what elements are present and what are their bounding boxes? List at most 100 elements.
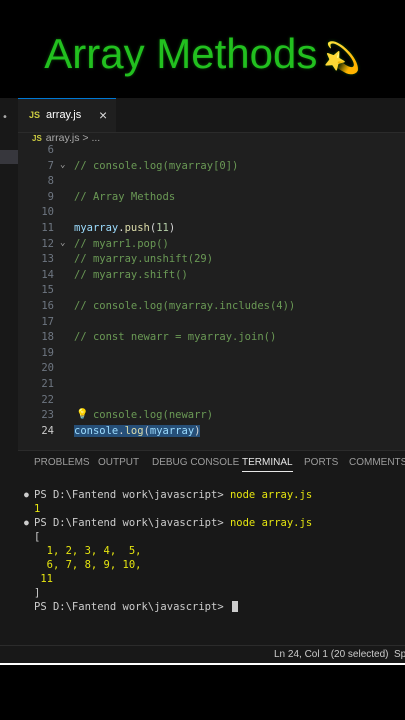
terminal-output: 11 [34,573,53,585]
cursor-position[interactable]: Ln 24, Col 1 (20 selected) [274,649,389,660]
fold-chevron-icon[interactable]: ⌄ [60,160,65,170]
code-token: . [118,424,125,437]
divider [0,663,405,665]
code-token: 11 [156,222,169,234]
line-number: 22 [41,393,54,406]
terminal-output: 1 [34,503,41,515]
code-text: // myarray.shift() [74,269,188,281]
code-token: // myarray.unshift(29) [74,253,214,266]
code-token: console.log(newarr) [74,409,214,422]
line-number: 20 [41,362,54,375]
code-token: // console.log(myarray[0]) [74,159,239,172]
code-token: // console.log(myarray.includes(4)) [74,300,296,312]
terminal-line: 11 [34,573,53,585]
line-number: 23 [41,409,54,422]
editor-tab-bar: JS array.js × [18,98,405,133]
line-number: 14 [41,268,54,281]
line-number: 19 [41,346,54,359]
line-number: 13 [41,253,54,266]
javascript-file-icon: JS [29,110,41,120]
terminal-command: node array.js [229,517,313,529]
indentation-status[interactable]: Sp [394,649,405,660]
code-text: // myarray.unshift(29) [74,253,213,265]
breadcrumb-symbols[interactable]: ... [91,132,100,144]
activity-selected-indicator [0,150,18,164]
tab-ports[interactable]: PORTS [304,457,338,468]
status-bar: Ln 24, Col 1 (20 selected) Sp [0,645,405,664]
code-text: console.log(newarr) [74,409,213,421]
breadcrumb-file[interactable]: array.js [46,132,80,144]
command-decoration-icon[interactable]: ● [24,518,29,527]
line-number: 6 [47,144,54,156]
code-text: // const newarr = myarray.join() [74,331,276,343]
line-number: 9 [47,190,54,203]
command-decoration-icon[interactable]: ● [24,490,29,499]
code-text: // myarr1.pop() [74,238,169,250]
close-icon[interactable]: × [99,107,107,123]
panel-tabs: PROBLEMS OUTPUT DEBUG CONSOLE TERMINAL PORTS… [18,457,405,477]
dizzy-emoji-icon: 💫 [323,42,361,75]
code-token: ( [143,424,150,437]
tab-debug-console[interactable]: DEBUG CONSOLE [152,457,239,468]
fold-chevron-icon[interactable]: ⌄ [60,238,65,248]
terminal-line: [ [34,531,40,543]
breadcrumb-separator: > [82,132,89,144]
terminal-output: ] [34,587,41,599]
terminal-line: 1, 2, 3, 4, 5, [34,545,142,557]
tab-array-js[interactable]: JS array.js × [18,98,116,132]
code-token: // Array Methods [74,190,176,203]
line-number: 21 [41,378,54,390]
code-text: // console.log(myarray[0]) [74,160,238,172]
activity-bar: • [0,98,18,646]
code-token: ) [194,424,201,437]
code-token: // myarr1.pop() [74,237,169,250]
terminal-line: PS D:\Fantend work\javascript> node arra… [34,489,312,501]
line-number: 8 [47,175,54,188]
terminal-prompt: PS D:\Fantend work\javascript> [34,489,230,501]
tab-problems[interactable]: PROBLEMS [34,457,90,468]
terminal-output: 6, 7, 8, 9, 10, [34,559,142,571]
code-text: console.log(myarray) [74,424,201,437]
line-number: 24 [41,424,54,437]
vscode-window: • JS array.js × JS array.js > ... 6 7 ⌄ // c… [0,98,405,664]
line-number: 10 [41,206,54,219]
tab-terminal[interactable]: TERMINAL [242,457,293,472]
terminal-line: 6, 7, 8, 9, 10, [34,559,142,571]
terminal-output: 1, 2, 3, 4, 5, [34,545,142,557]
code-text: // Array Methods [74,191,175,203]
code-token: console [74,424,119,437]
code-text: // console.log(myarray.includes(4)) [74,300,295,312]
terminal-line: PS D:\Fantend work\javascript> [34,601,238,613]
code-token: log [124,424,144,437]
terminal-prompt: PS D:\Fantend work\javascript> [34,517,230,529]
code-token: myarray [149,424,195,437]
line-number: 17 [41,315,54,328]
line-number: 15 [41,284,54,297]
tab-comments[interactable]: COMMENTS [349,457,405,468]
code-text: myarray.push(11) [74,222,175,234]
terminal-cursor [231,601,238,612]
javascript-file-icon: JS [32,134,42,143]
line-number: 18 [41,331,54,344]
terminal-prompt: PS D:\Fantend work\javascript> [34,601,230,613]
code-token: // const newarr = myarray.join() [74,331,277,344]
video-title-overlay: Array Methods 💫 [0,30,405,78]
line-number: 7 [47,159,54,172]
line-number: 16 [41,300,54,312]
code-token: push [124,222,150,234]
line-number: 11 [41,222,54,234]
terminal-command: node array.js [229,489,313,501]
bottom-panel: PROBLEMS OUTPUT DEBUG CONSOLE TERMINAL PORTS… [18,450,405,647]
code-token: myarray [74,222,119,234]
title-text: Array Methods [44,30,318,77]
tab-label: array.js [46,109,82,121]
tab-output[interactable]: OUTPUT [98,457,139,468]
line-number: 12 [41,237,54,250]
more-icon[interactable]: • [2,112,8,123]
terminal-line: PS D:\Fantend work\javascript> node arra… [34,517,312,529]
code-token: ) [168,222,176,234]
terminal-line: ] [34,587,40,599]
code-token: // myarray.shift() [74,268,188,281]
terminal-line: 1 [34,503,40,515]
terminal-output: [ [34,531,41,543]
